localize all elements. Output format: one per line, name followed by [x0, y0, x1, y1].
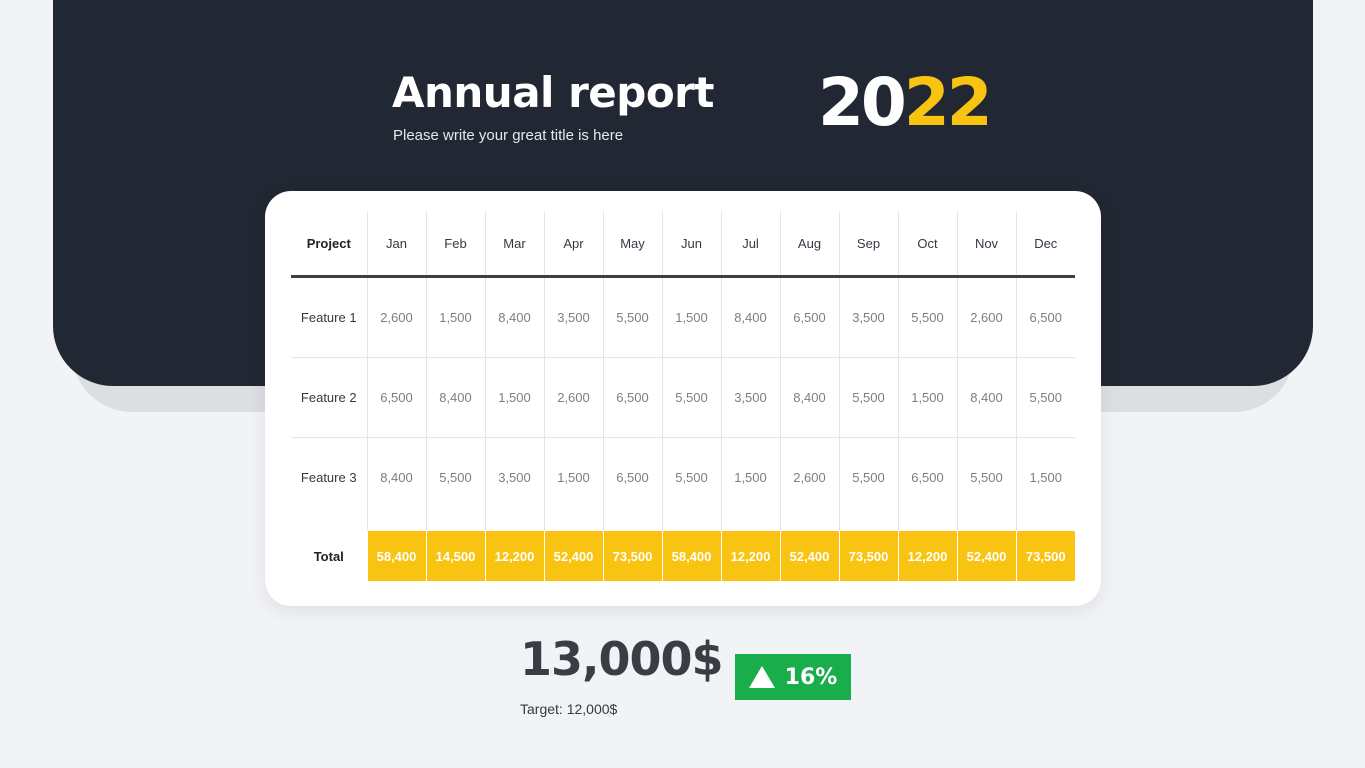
table-cell: 2,600 — [543, 357, 603, 438]
table-cell: 5,500 — [956, 437, 1016, 517]
page-subtitle: Please write your great title is here — [393, 127, 624, 144]
table-cell: 5,500 — [602, 276, 662, 358]
total-cell: 58,400 — [366, 531, 426, 581]
total-cell: 12,200 — [720, 531, 780, 581]
column-header-month: Feb — [425, 211, 485, 278]
table-cell: 6,500 — [602, 437, 662, 517]
total-cell: 52,400 — [779, 531, 839, 581]
table-cell: 2,600 — [779, 437, 839, 517]
column-header-month: Jul — [720, 211, 780, 278]
table-cell: 1,500 — [425, 276, 485, 358]
row-label: Feature 3 — [300, 470, 357, 485]
table-cell: 8,400 — [366, 437, 426, 517]
total-cell: 73,500 — [838, 531, 898, 581]
year-heading: 2022 — [818, 70, 993, 136]
row-label: Feature 2 — [291, 357, 367, 438]
triangle-up-icon — [748, 666, 775, 688]
monthly-table: Project Jan Feb Mar Apr May Jun Jul Aug … — [291, 211, 1075, 581]
column-header-month: Dec — [1015, 211, 1075, 278]
total-cell: 58,400 — [661, 531, 721, 581]
table-cell: 6,500 — [779, 276, 839, 358]
column-header-month: Aug — [779, 211, 839, 278]
table-cell: 1,500 — [1015, 437, 1075, 517]
table-cell: 2,600 — [366, 276, 426, 358]
column-header-month: Jun — [661, 211, 721, 278]
table-cell: 1,500 — [543, 437, 603, 517]
summary-target: Target: 12,000$ — [520, 701, 618, 717]
change-badge: 16% — [735, 654, 851, 700]
table-spacer-row — [291, 517, 1075, 531]
column-header-month: Apr — [543, 211, 603, 278]
table-cell: 8,400 — [956, 357, 1016, 438]
table-cell: 1,500 — [897, 357, 957, 438]
table-cell: 6,500 — [602, 357, 662, 438]
table-cell: 3,500 — [484, 437, 544, 517]
total-cell: 73,500 — [1015, 531, 1075, 581]
table-cell: 5,500 — [661, 357, 721, 438]
total-cell: 52,400 — [543, 531, 603, 581]
total-label: Total — [313, 548, 344, 564]
row-label: Feature 1 — [291, 276, 367, 358]
table-cell: 6,500 — [897, 437, 957, 517]
table-cell: 5,500 — [425, 437, 485, 517]
table-cell: 6,500 — [1015, 276, 1075, 358]
summary-amount: 13,000$ — [520, 632, 724, 686]
table-row: Feature 1 2,600 1,500 8,400 3,500 5,500 … — [291, 276, 1075, 358]
column-header-month: Mar — [484, 211, 544, 278]
table-cell: 6,500 — [366, 357, 426, 438]
table-cell: 3,500 — [720, 357, 780, 438]
column-header-month: Nov — [956, 211, 1016, 278]
table-cell: 8,400 — [484, 276, 544, 358]
table-cell: 3,500 — [543, 276, 603, 358]
table-header-row: Project Jan Feb Mar Apr May Jun Jul Aug … — [291, 211, 1075, 278]
table-cell: 1,500 — [484, 357, 544, 438]
total-cell: 73,500 — [602, 531, 662, 581]
table-cell: 1,500 — [720, 437, 780, 517]
table-cell: 5,500 — [838, 357, 898, 438]
report-card: Project Jan Feb Mar Apr May Jun Jul Aug … — [265, 191, 1101, 606]
table-row: Feature 2 6,500 8,400 1,500 2,600 6,500 … — [291, 357, 1075, 438]
column-header-month: May — [602, 211, 662, 278]
total-cell: 52,400 — [956, 531, 1016, 581]
change-percent: 16% — [784, 664, 838, 690]
column-header-month: Jan — [366, 211, 426, 278]
year-suffix: 22 — [903, 64, 993, 141]
total-cell: 12,200 — [897, 531, 957, 581]
column-header-month: Oct — [897, 211, 957, 278]
column-header-month: Sep — [838, 211, 898, 278]
table-cell: 5,500 — [661, 437, 721, 517]
total-cell: 14,500 — [425, 531, 485, 581]
column-header-project: Project — [291, 211, 367, 278]
table-cell: 2,600 — [956, 276, 1016, 358]
year-prefix: 20 — [818, 64, 907, 141]
total-row: Total 58,400 14,500 12,200 52,400 73,500… — [291, 531, 1075, 581]
table-cell: 5,500 — [1015, 357, 1075, 438]
table-cell: 3,500 — [838, 276, 898, 358]
table-cell: 5,500 — [897, 276, 957, 358]
table-cell: 5,500 — [838, 437, 898, 517]
table-row: Feature 3 8,400 5,500 3,500 1,500 6,500 … — [291, 437, 1075, 517]
table-cell: 8,400 — [779, 357, 839, 438]
page-title: Annual report — [392, 68, 714, 117]
table-cell: 8,400 — [720, 276, 780, 358]
table-cell: 8,400 — [425, 357, 485, 438]
total-cell: 12,200 — [484, 531, 544, 581]
table-cell: 1,500 — [661, 276, 721, 358]
